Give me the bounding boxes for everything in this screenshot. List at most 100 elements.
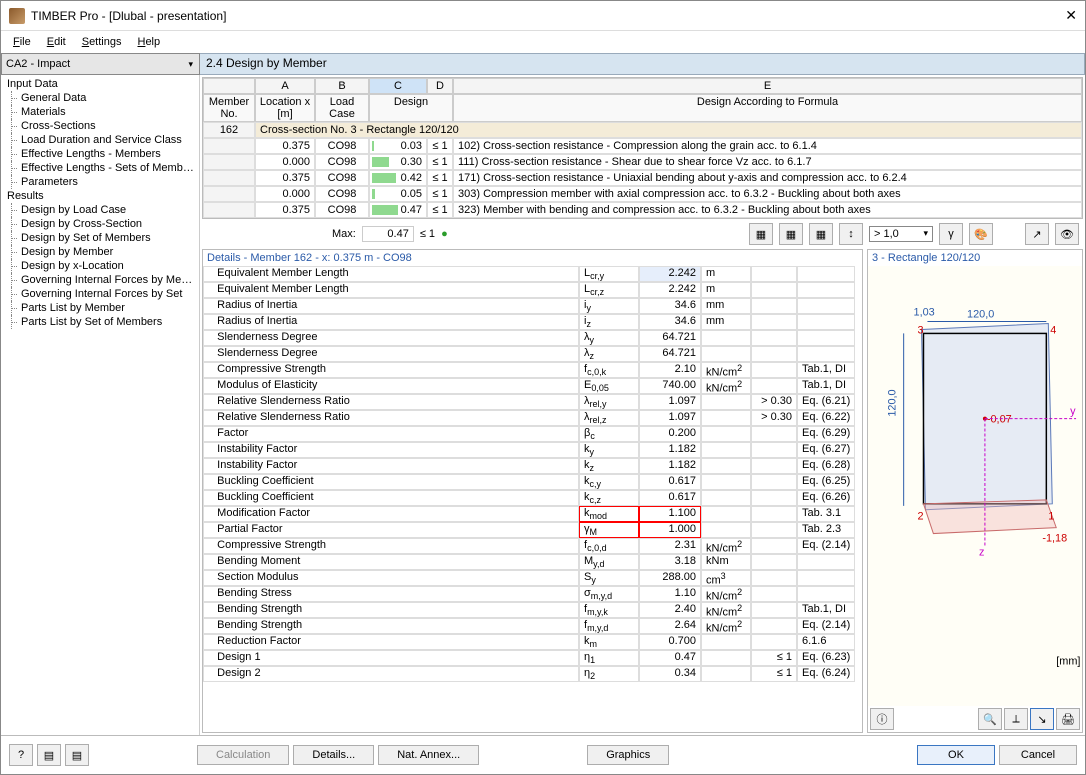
row-design[interactable]: 0.05: [369, 186, 427, 202]
menu-settings[interactable]: Settings: [74, 34, 130, 50]
detail-row[interactable]: Equivalent Member LengthLcr,z2.242m: [203, 282, 862, 298]
row-desc[interactable]: 111) Cross-section resistance - Shear du…: [453, 154, 1082, 170]
row-design[interactable]: 0.30: [369, 154, 427, 170]
col-c[interactable]: C: [369, 78, 427, 94]
scale-combo[interactable]: > 1,0: [869, 226, 933, 242]
menu-file[interactable]: File: [5, 34, 39, 50]
tree-item[interactable]: Effective Lengths - Members: [1, 147, 199, 161]
export1-button[interactable]: ▤: [37, 744, 61, 766]
print-button[interactable]: 🖨: [1056, 708, 1080, 730]
nat-annex-button[interactable]: Nat. Annex...: [378, 745, 479, 765]
tree-item[interactable]: Materials: [1, 105, 199, 119]
row-member[interactable]: [203, 202, 255, 218]
col-e[interactable]: E: [453, 78, 1082, 94]
detail-row[interactable]: Bending Strengthfm,y,d2.64kN/cm2Eq. (2.1…: [203, 618, 862, 634]
row-x[interactable]: 0.000: [255, 186, 315, 202]
detail-row[interactable]: Buckling Coefficientkc,y0.617Eq. (6.25): [203, 474, 862, 490]
row-lc[interactable]: CO98: [315, 138, 369, 154]
filter2-button[interactable]: ▦: [779, 223, 803, 245]
design-grid[interactable]: A B C D E Member No. Location x [m] Load…: [202, 77, 1083, 219]
row-design[interactable]: 0.42: [369, 170, 427, 186]
row-lc[interactable]: CO98: [315, 186, 369, 202]
color-button[interactable]: 🎨: [969, 223, 993, 245]
pick-button[interactable]: ↗: [1025, 223, 1049, 245]
detail-row[interactable]: Section ModulusSy288.00cm3: [203, 570, 862, 586]
detail-row[interactable]: Modification Factorkmod1.100Tab. 3.1: [203, 506, 862, 522]
ok-button[interactable]: OK: [917, 745, 995, 765]
help-button[interactable]: ?: [9, 744, 33, 766]
row-desc[interactable]: 171) Cross-section resistance - Uniaxial…: [453, 170, 1082, 186]
details-button[interactable]: Details...: [293, 745, 374, 765]
gamma-button[interactable]: γ: [939, 223, 963, 245]
detail-row[interactable]: Radius of Inertiaiz34.6mm: [203, 314, 862, 330]
tree-item[interactable]: Governing Internal Forces by Set: [1, 287, 199, 301]
row-x[interactable]: 0.375: [255, 170, 315, 186]
tree-item[interactable]: Effective Lengths - Sets of Members: [1, 161, 199, 175]
eye-button[interactable]: 👁: [1055, 223, 1079, 245]
axes-button[interactable]: ↘: [1030, 708, 1054, 730]
detail-row[interactable]: Design 2η20.34≤ 1Eq. (6.24): [203, 666, 862, 682]
tree-item[interactable]: Parts List by Member: [1, 301, 199, 315]
row-member[interactable]: [203, 186, 255, 202]
tree-item[interactable]: Design by Load Case: [1, 203, 199, 217]
info-button[interactable]: ⓘ: [870, 708, 894, 730]
tree-item[interactable]: Governing Internal Forces by Member: [1, 273, 199, 287]
tree-item[interactable]: Parameters: [1, 175, 199, 189]
detail-row[interactable]: Equivalent Member LengthLcr,y2.242m: [203, 266, 862, 282]
col-a[interactable]: A: [255, 78, 315, 94]
detail-row[interactable]: Modulus of ElasticityE0,05740.00kN/cm2Ta…: [203, 378, 862, 394]
tree-item[interactable]: Design by Cross-Section: [1, 217, 199, 231]
row-x[interactable]: 0.375: [255, 138, 315, 154]
tree-item[interactable]: Parts List by Set of Members: [1, 315, 199, 329]
menu-help[interactable]: Help: [129, 34, 168, 50]
tree-group-input[interactable]: Input Data: [1, 77, 199, 91]
close-button[interactable]: ✕: [1037, 7, 1077, 24]
detail-row[interactable]: Reduction Factorkm0.7006.1.6: [203, 634, 862, 650]
row-x[interactable]: 0.000: [255, 154, 315, 170]
detail-row[interactable]: Design 1η10.47≤ 1Eq. (6.23): [203, 650, 862, 666]
cancel-button[interactable]: Cancel: [999, 745, 1077, 765]
tree-item[interactable]: Load Duration and Service Class: [1, 133, 199, 147]
tree-group-results[interactable]: Results: [1, 189, 199, 203]
row-desc[interactable]: 303) Compression member with axial compr…: [453, 186, 1082, 202]
row-design[interactable]: 0.47: [369, 202, 427, 218]
graphics-button[interactable]: Graphics: [587, 745, 669, 765]
tree-item[interactable]: Design by Set of Members: [1, 231, 199, 245]
row-design[interactable]: 0.03: [369, 138, 427, 154]
tree-item[interactable]: Design by x-Location: [1, 259, 199, 273]
dim-button[interactable]: ⟂: [1004, 708, 1028, 730]
filter1-button[interactable]: ▦: [749, 223, 773, 245]
row-desc[interactable]: 323) Member with bending and compression…: [453, 202, 1082, 218]
detail-row[interactable]: Factorβc0.200Eq. (6.29): [203, 426, 862, 442]
detail-row[interactable]: Relative Slenderness Ratioλrel,y1.097> 0…: [203, 394, 862, 410]
row-member[interactable]: [203, 138, 255, 154]
detail-row[interactable]: Relative Slenderness Ratioλrel,z1.097> 0…: [203, 410, 862, 426]
detail-row[interactable]: Bending Strengthfm,y,k2.40kN/cm2Tab.1, D…: [203, 602, 862, 618]
sort-button[interactable]: ↕: [839, 223, 863, 245]
detail-row[interactable]: Slenderness Degreeλy64.721: [203, 330, 862, 346]
row-lc[interactable]: CO98: [315, 202, 369, 218]
detail-row[interactable]: Radius of Inertiaiy34.6mm: [203, 298, 862, 314]
tree-item[interactable]: Design by Member: [1, 245, 199, 259]
row-lc[interactable]: CO98: [315, 170, 369, 186]
col-b[interactable]: B: [315, 78, 369, 94]
row-member[interactable]: [203, 154, 255, 170]
case-combo[interactable]: CA2 - Impact: [1, 53, 200, 75]
detail-row[interactable]: Buckling Coefficientkc,z0.617Eq. (6.26): [203, 490, 862, 506]
detail-row[interactable]: Compressive Strengthfc,0,k2.10kN/cm2Tab.…: [203, 362, 862, 378]
detail-row[interactable]: Partial FactorγM1.000Tab. 2.3: [203, 522, 862, 538]
row-lc[interactable]: CO98: [315, 154, 369, 170]
row-x[interactable]: 0.375: [255, 202, 315, 218]
tree-item[interactable]: General Data: [1, 91, 199, 105]
detail-row[interactable]: Instability Factorkz1.182Eq. (6.28): [203, 458, 862, 474]
export2-button[interactable]: ▤: [65, 744, 89, 766]
detail-row[interactable]: Instability Factorky1.182Eq. (6.27): [203, 442, 862, 458]
calculation-button[interactable]: Calculation: [197, 745, 289, 765]
cs-canvas[interactable]: 120,0 120,0 1,03 -0,07 y: [868, 266, 1082, 706]
detail-row[interactable]: Bending Stressσm,y,d1.10kN/cm2: [203, 586, 862, 602]
detail-row[interactable]: Bending MomentMy,d3.18kNm: [203, 554, 862, 570]
row-desc[interactable]: 102) Cross-section resistance - Compress…: [453, 138, 1082, 154]
tree-item[interactable]: Cross-Sections: [1, 119, 199, 133]
details-grid[interactable]: Equivalent Member LengthLcr,y2.242m Equi…: [203, 266, 862, 732]
detail-row[interactable]: Compressive Strengthfc,0,d2.31kN/cm2Eq. …: [203, 538, 862, 554]
